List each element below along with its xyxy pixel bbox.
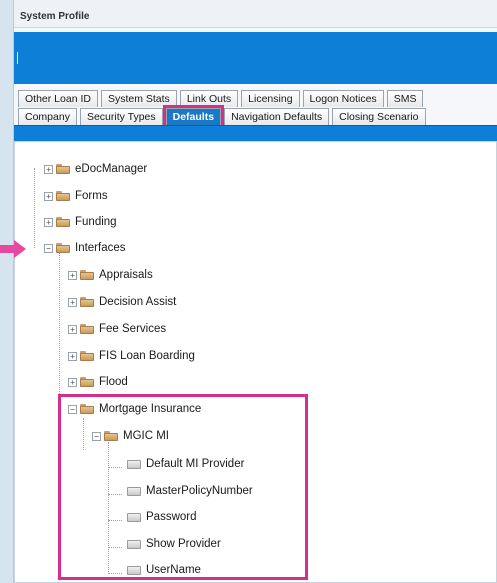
folder-icon bbox=[80, 270, 94, 280]
tab-company[interactable]: Company bbox=[18, 108, 77, 125]
folder-icon bbox=[56, 191, 70, 201]
tree-node-forms[interactable]: + Forms bbox=[44, 189, 108, 203]
tree-node-mortgage-insurance[interactable]: − Mortgage Insurance bbox=[68, 402, 201, 416]
tab-system-stats[interactable]: System Stats bbox=[100, 90, 177, 107]
tree-node-decision-assist[interactable]: + Decision Assist bbox=[68, 295, 176, 309]
tree-node-label: Forms bbox=[75, 190, 108, 202]
expand-icon[interactable]: + bbox=[44, 217, 53, 227]
tab-navigation-defaults[interactable]: Navigation Defaults bbox=[224, 108, 330, 125]
tree-node-password[interactable]: Password bbox=[127, 510, 197, 524]
tab-other-loan-id[interactable]: Other Loan ID bbox=[18, 90, 98, 107]
field-icon bbox=[127, 512, 141, 522]
tree-node-label: Interfaces bbox=[75, 242, 126, 254]
expand-icon[interactable]: + bbox=[68, 324, 77, 334]
tree-node-label: Password bbox=[146, 511, 197, 523]
text-caret bbox=[17, 52, 18, 64]
folder-icon bbox=[80, 404, 94, 414]
title-bar: System Profile bbox=[14, 0, 497, 28]
tab-defaults[interactable]: Defaults bbox=[162, 105, 225, 128]
collapse-icon[interactable]: − bbox=[92, 431, 101, 441]
tab-licensing[interactable]: Licensing bbox=[241, 90, 300, 107]
tree-node-label: Appraisals bbox=[99, 269, 153, 281]
tree-node-interfaces[interactable]: − Interfaces bbox=[44, 241, 126, 255]
tree-node-edocmanager[interactable]: + eDocManager bbox=[44, 162, 147, 176]
tree-connector bbox=[83, 418, 84, 450]
tree-node-label: Fee Services bbox=[99, 323, 167, 335]
tab-closing-scenario[interactable]: Closing Scenario bbox=[332, 108, 426, 125]
field-icon bbox=[127, 459, 141, 469]
tab-security-types[interactable]: Security Types bbox=[79, 108, 163, 125]
collapse-icon[interactable]: − bbox=[44, 243, 53, 253]
tab-row-2: Company Security Types Defaults Navigati… bbox=[18, 105, 429, 128]
folder-icon bbox=[56, 243, 70, 253]
tree-node-funding[interactable]: + Funding bbox=[44, 215, 117, 229]
tree-node-label: UserName bbox=[146, 564, 201, 576]
pointer-arrow-icon bbox=[0, 240, 26, 258]
expand-icon[interactable]: + bbox=[68, 270, 77, 280]
folder-icon bbox=[80, 324, 94, 334]
tree-node-label: eDocManager bbox=[75, 163, 148, 175]
tree-node-default-mi-provider[interactable]: Default MI Provider bbox=[127, 457, 244, 471]
tree-node-label: Flood bbox=[99, 376, 128, 388]
folder-icon bbox=[104, 431, 118, 441]
tree-node-label: Show Provider bbox=[146, 538, 221, 550]
tree-node-label: FIS Loan Boarding bbox=[99, 350, 195, 362]
collapse-icon[interactable]: − bbox=[68, 404, 77, 414]
tab-content-header bbox=[14, 125, 497, 141]
tab-row-1: Other Loan ID System Stats Link Outs Lic… bbox=[18, 90, 426, 107]
header-banner bbox=[14, 32, 497, 84]
tree-connector bbox=[59, 252, 60, 396]
tree-node-master-policy-number[interactable]: MasterPolicyNumber bbox=[127, 484, 253, 498]
expand-icon[interactable]: + bbox=[44, 191, 53, 201]
tree-connector bbox=[34, 168, 35, 248]
tree-connector bbox=[108, 467, 122, 468]
tab-link-outs[interactable]: Link Outs bbox=[179, 90, 239, 107]
tree-node-label: Decision Assist bbox=[99, 296, 177, 308]
expand-icon[interactable]: + bbox=[44, 164, 53, 174]
tree-node-show-provider[interactable]: Show Provider bbox=[127, 537, 221, 551]
tree-node-label: MasterPolicyNumber bbox=[146, 485, 253, 497]
folder-icon bbox=[56, 217, 70, 227]
tab-sms[interactable]: SMS bbox=[386, 90, 424, 107]
tree-node-label: Funding bbox=[75, 216, 117, 228]
expand-icon[interactable]: + bbox=[68, 297, 77, 307]
tree-connector bbox=[108, 494, 122, 495]
tab-logon-notices[interactable]: Logon Notices bbox=[302, 90, 384, 107]
field-icon bbox=[127, 486, 141, 496]
tree-node-label: MGIC MI bbox=[123, 430, 169, 442]
expand-icon[interactable]: + bbox=[68, 377, 77, 387]
tree-connector bbox=[108, 547, 122, 548]
tree-node-label: Default MI Provider bbox=[146, 458, 245, 470]
tree-connector bbox=[108, 520, 122, 521]
tree-node-fee-services[interactable]: + Fee Services bbox=[68, 322, 166, 336]
tree-node-mgic-mi[interactable]: − MGIC MI bbox=[92, 429, 169, 443]
tree-node-username[interactable]: UserName bbox=[127, 563, 201, 577]
folder-icon bbox=[56, 164, 70, 174]
folder-icon bbox=[80, 297, 94, 307]
expand-icon[interactable]: + bbox=[68, 351, 77, 361]
window-title: System Profile bbox=[20, 11, 90, 22]
field-icon bbox=[127, 565, 141, 575]
background-strip bbox=[0, 0, 14, 583]
tree-connector bbox=[108, 442, 109, 572]
folder-icon bbox=[80, 377, 94, 387]
tree-node-label: Mortgage Insurance bbox=[99, 403, 202, 415]
field-icon bbox=[127, 539, 141, 549]
tree-node-fis-loan-boarding[interactable]: + FIS Loan Boarding bbox=[68, 349, 195, 363]
tree-connector bbox=[108, 573, 122, 574]
tree-node-flood[interactable]: + Flood bbox=[68, 375, 128, 389]
tree-node-appraisals[interactable]: + Appraisals bbox=[68, 268, 153, 282]
folder-icon bbox=[80, 351, 94, 361]
